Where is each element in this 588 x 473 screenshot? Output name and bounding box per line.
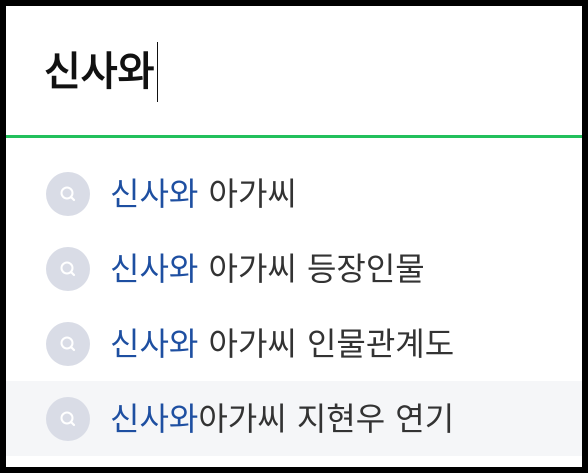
suggestion-keyword: 신사와 [110,324,199,363]
search-icon [46,321,90,366]
suggestion-keyword: 신사와 [110,174,199,213]
suggestion-text: 신사와 아가씨 인물관계도 [110,324,454,364]
suggestion-rest: 아가씨 인물관계도 [198,324,455,363]
suggestion-rest: 아가씨 [198,174,297,213]
suggestion-keyword: 신사와 [110,399,199,438]
search-icon [46,171,90,216]
search-query: 신사와 [44,49,155,95]
suggestion-item[interactable]: 신사와 아가씨 인물관계도 [6,306,582,381]
search-icon [46,246,90,291]
suggestion-item[interactable]: 신사와 아가씨 등장인물 [6,231,582,306]
suggestion-list: 신사와 아가씨 신사와 아가씨 등장인물 신사와 아가씨 인물관계도 신사와아가… [6,138,582,456]
suggestion-keyword: 신사와 [110,249,199,288]
suggestion-rest: 아가씨 등장인물 [198,249,425,288]
search-input[interactable]: 신사와 [44,42,159,102]
suggestion-text: 신사와아가씨 지현우 연기 [110,399,454,439]
suggestion-item[interactable]: 신사와 아가씨 [6,156,582,231]
suggestion-text: 신사와 아가씨 [110,174,297,214]
suggestion-rest: 아가씨 지현우 연기 [198,399,455,438]
text-caret [157,42,159,102]
search-bar[interactable]: 신사와 [6,6,582,135]
suggestion-item[interactable]: 신사와아가씨 지현우 연기 [6,381,582,456]
search-panel: 신사와 신사와 아가씨 신사와 아가씨 등장인물 신사와 아가씨 인물관계도 신… [6,6,582,467]
suggestion-text: 신사와 아가씨 등장인물 [110,249,425,289]
search-icon [46,396,90,441]
